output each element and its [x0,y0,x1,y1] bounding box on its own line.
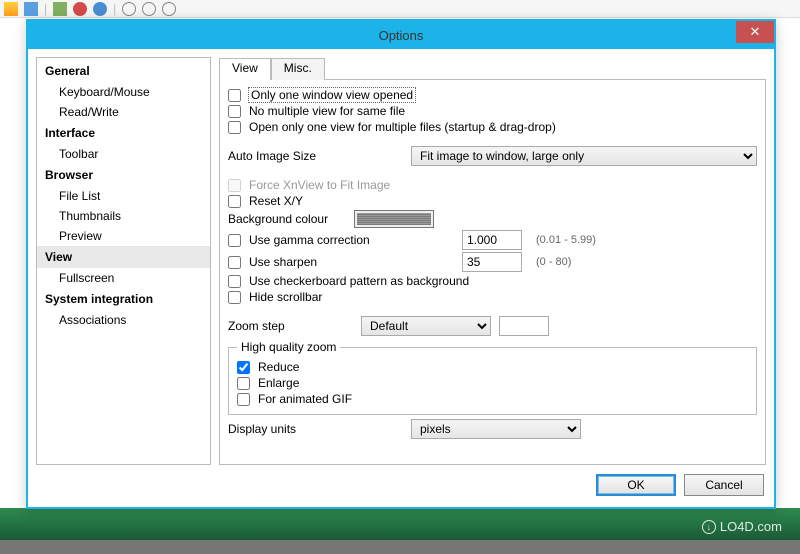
lbl-only-one-window: Only one window view opened [249,88,415,102]
close-icon: ✕ [750,24,761,40]
lbl-open-only-one: Open only one view for multiple files (s… [249,120,556,134]
input-sharpen[interactable] [462,252,522,272]
zoom-fit-icon[interactable] [142,2,156,16]
sidebar-item-keyboard-mouse[interactable]: Keyboard/Mouse [37,82,210,102]
sidebar-item-preview[interactable]: Preview [37,226,210,246]
toolbar-icon[interactable] [24,2,38,16]
titlebar[interactable]: Options ✕ [28,21,774,49]
lbl-use-checkerboard: Use checkerboard pattern as background [249,274,469,288]
options-dialog: Options ✕ General Keyboard/Mouse Read/Wr… [26,19,776,509]
fieldset-hq-zoom: High quality zoom Reduce Enlarge For ani… [228,340,757,415]
lbl-auto-image-size: Auto Image Size [228,149,403,163]
toolbar-icon[interactable] [73,2,87,16]
chk-reset-xy[interactable] [228,195,241,208]
lbl-for-gif: For animated GIF [258,392,352,406]
tab-content-view: Only one window view opened No multiple … [219,79,766,465]
category-tree: General Keyboard/Mouse Read/Write Interf… [36,57,211,465]
input-zoom-custom[interactable] [499,316,549,336]
sidebar-item-associations[interactable]: Associations [37,310,210,330]
lbl-reduce: Reduce [258,360,299,374]
main-toolbar: | | [0,0,800,18]
sidebar-item-toolbar[interactable]: Toolbar [37,144,210,164]
toolbar-separator: | [44,2,47,16]
lbl-use-sharpen: Use sharpen [249,255,454,269]
hint-gamma: (0.01 - 5.99) [536,234,596,246]
cancel-button[interactable]: Cancel [684,474,764,496]
dialog-footer: OK Cancel [36,465,766,499]
chk-for-gif[interactable] [237,393,250,406]
sidebar-item-thumbnails[interactable]: Thumbnails [37,206,210,226]
toolbar-icon[interactable] [53,2,67,16]
input-gamma[interactable] [462,230,522,250]
zoom-in-icon[interactable] [122,2,136,16]
background-colour-swatch[interactable] [354,210,434,228]
lbl-display-units: Display units [228,422,403,436]
dialog-title: Options [28,28,774,43]
sidebar-cat-interface[interactable]: Interface [37,122,210,144]
chk-force-fit [228,179,241,192]
lbl-no-multiple-view: No multiple view for same file [249,104,405,118]
sidebar-cat-general[interactable]: General [37,60,210,82]
tab-strip: View Misc. [219,57,766,79]
select-auto-image-size[interactable]: Fit image to window, large only [411,146,757,166]
options-panel: View Misc. Only one window view opened N… [219,57,766,465]
ok-button[interactable]: OK [596,474,676,496]
lbl-hide-scrollbar: Hide scrollbar [249,290,322,304]
dialog-body: General Keyboard/Mouse Read/Write Interf… [28,49,774,507]
lbl-background-colour: Background colour [228,212,346,226]
chk-only-one-window[interactable] [228,89,241,102]
lbl-enlarge: Enlarge [258,376,299,390]
toolbar-icon[interactable] [4,2,18,16]
legend-hq-zoom: High quality zoom [237,340,340,354]
lbl-use-gamma: Use gamma correction [249,233,454,247]
chk-enlarge[interactable] [237,377,250,390]
sidebar-cat-system-integration[interactable]: System integration [37,288,210,310]
tab-view[interactable]: View [219,58,271,80]
chk-hide-scrollbar[interactable] [228,291,241,304]
chk-no-multiple-view[interactable] [228,105,241,118]
lbl-force-fit: Force XnView to Fit Image [249,178,390,192]
sidebar-item-file-list[interactable]: File List [37,186,210,206]
lbl-reset-xy: Reset X/Y [249,194,303,208]
zoom-out-icon[interactable] [162,2,176,16]
chk-reduce[interactable] [237,361,250,374]
chk-use-gamma[interactable] [228,234,241,247]
chk-open-only-one[interactable] [228,121,241,134]
sidebar-cat-browser[interactable]: Browser [37,164,210,186]
chk-use-checkerboard[interactable] [228,275,241,288]
select-display-units[interactable]: pixels [411,419,581,439]
select-zoom-step[interactable]: Default [361,316,491,336]
sidebar-cat-view[interactable]: View [37,246,210,268]
toolbar-icon[interactable] [93,2,107,16]
sidebar-item-read-write[interactable]: Read/Write [37,102,210,122]
sidebar-item-fullscreen[interactable]: Fullscreen [37,268,210,288]
tab-misc[interactable]: Misc. [271,58,325,80]
toolbar-separator: | [113,2,116,16]
hint-sharpen: (0 - 80) [536,256,571,268]
lbl-zoom-step: Zoom step [228,319,353,333]
close-button[interactable]: ✕ [736,21,774,43]
chk-use-sharpen[interactable] [228,256,241,269]
